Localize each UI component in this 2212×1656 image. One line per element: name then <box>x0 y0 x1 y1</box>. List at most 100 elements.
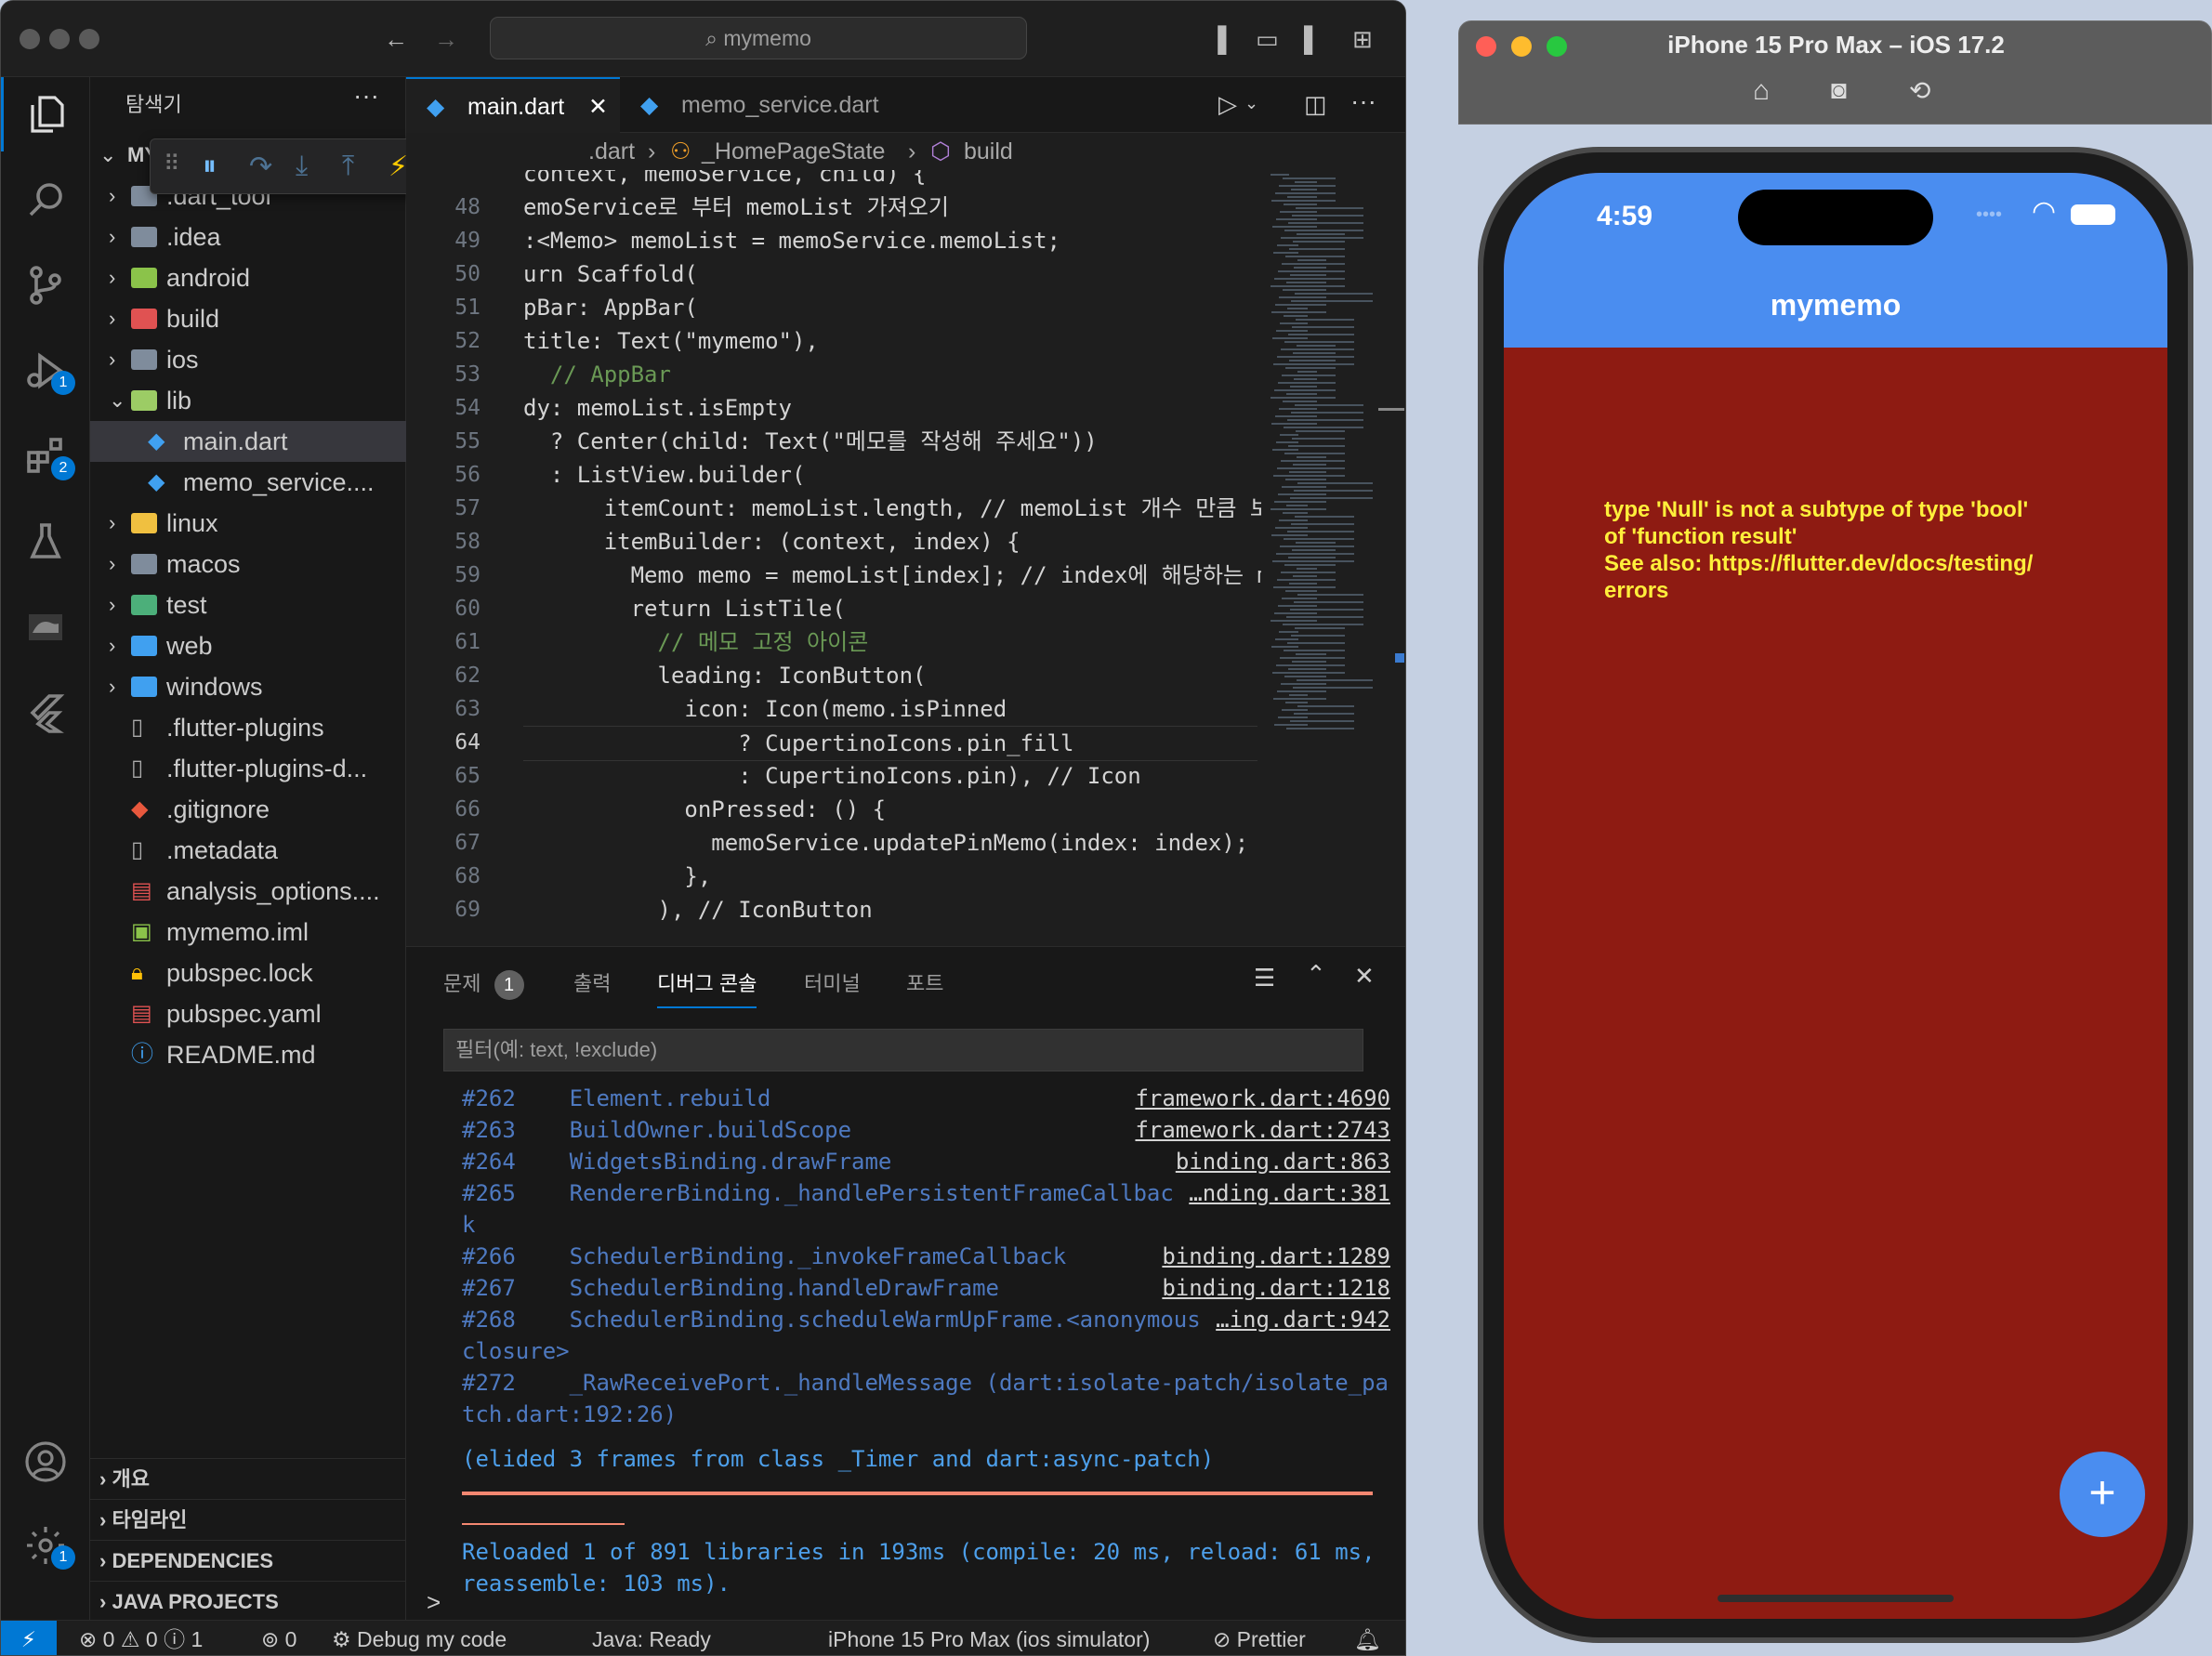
line-number: 63 <box>454 697 481 721</box>
battery-icon <box>2071 204 2115 225</box>
prettier-status[interactable]: ⊘ Prettier <box>1213 1621 1306 1655</box>
step-into-icon[interactable]: ⤓ <box>296 151 308 182</box>
add-memo-fab[interactable]: + <box>2060 1452 2145 1537</box>
tree-item[interactable]: › linux <box>90 503 406 544</box>
code-lines[interactable]: context, memoService, child) {48 emoServi… <box>406 170 1261 946</box>
remote-indicator-icon[interactable]: ⚡ <box>1 1621 57 1655</box>
console-prompt[interactable]: > <box>427 1588 441 1617</box>
tab-debug-console[interactable]: 디버그 콘솔 <box>657 967 757 1008</box>
toggle-panel-icon[interactable]: ▭ <box>1256 25 1279 54</box>
testing-icon[interactable] <box>1 505 90 579</box>
dart-file-icon: ◆ <box>427 94 445 120</box>
chevron-right-icon: › <box>109 634 116 657</box>
zoom-window-button[interactable] <box>79 29 99 49</box>
remote-explorer-icon[interactable] <box>1 590 90 664</box>
tree-item[interactable]: › web <box>90 625 406 666</box>
tree-item[interactable]: › windows <box>90 666 406 707</box>
maximize-panel-icon[interactable]: ⌃ <box>1306 960 1326 989</box>
tree-item[interactable]: ▤ pubspec.yaml <box>90 993 406 1034</box>
section-outline[interactable]: › 개요 <box>90 1458 406 1499</box>
tree-item[interactable]: ▤ analysis_options.... <box>90 871 406 912</box>
home-indicator[interactable] <box>1718 1595 1954 1602</box>
more-actions-icon[interactable]: ··· <box>353 81 379 111</box>
tree-item[interactable]: › build <box>90 298 406 339</box>
back-arrow-icon[interactable]: ← <box>384 25 408 54</box>
toggle-secondary-sidebar-icon[interactable]: ▌ <box>1304 25 1321 54</box>
tree-item[interactable]: › ios <box>90 339 406 380</box>
run-debug-icon[interactable]: 1 <box>1 334 90 408</box>
tree-item[interactable]: 🔒︎ pubspec.lock <box>90 953 406 993</box>
minimize-window-button[interactable] <box>49 29 70 49</box>
tab-terminal[interactable]: 터미널 <box>804 967 861 997</box>
search-icon[interactable] <box>1 163 90 237</box>
section-dependencies[interactable]: › DEPENDENCIES <box>90 1540 406 1581</box>
explorer-sidebar: 탐색기 ··· ⌄ MY › .dart_tool › .idea › android › b… <box>90 77 406 1620</box>
minimap-line <box>1275 638 1298 640</box>
step-out-icon[interactable]: ⤒ <box>342 151 354 182</box>
flutter-icon[interactable] <box>1 676 90 750</box>
source-link[interactable]: …ing.dart:942 <box>1216 1304 1390 1335</box>
tree-item[interactable]: › android <box>90 257 406 298</box>
forward-arrow-icon[interactable]: → <box>434 25 458 54</box>
tree-item[interactable]: ⓘ README.md <box>90 1034 406 1075</box>
ports-status[interactable]: ⊚ 0 <box>261 1621 296 1655</box>
problems-status[interactable]: ⊗ 0 ⚠ 0 ⓘ 1 <box>79 1621 203 1655</box>
screenshot-camera-icon[interactable]: ◙ <box>1831 75 1847 105</box>
java-status[interactable]: Java: Ready <box>592 1621 711 1655</box>
tree-item[interactable]: › test <box>90 585 406 625</box>
close-window-button[interactable] <box>20 29 40 49</box>
tree-item[interactable]: ▯ .flutter-plugins <box>90 707 406 748</box>
clear-console-icon[interactable]: ☰ <box>1254 964 1275 992</box>
source-link[interactable]: binding.dart:863 <box>1176 1146 1390 1177</box>
tab-main-dart[interactable]: ◆ main.dart ✕ <box>406 77 620 133</box>
tab-ports[interactable]: 포트 <box>906 967 943 997</box>
split-editor-icon[interactable]: ◫ <box>1304 90 1327 119</box>
close-tab-icon[interactable]: ✕ <box>588 79 608 135</box>
drag-handle-icon[interactable]: ⠿ <box>164 151 180 177</box>
source-link[interactable]: binding.dart:1289 <box>1162 1241 1390 1272</box>
hot-reload-icon[interactable]: ⚡ <box>388 151 408 183</box>
step-over-icon[interactable]: ↷ <box>249 151 272 183</box>
more-actions-icon[interactable]: ··· <box>1350 86 1376 116</box>
source-control-icon[interactable] <box>1 248 90 322</box>
minimap-line <box>1283 289 1326 291</box>
tree-item[interactable]: ▣ mymemo.iml <box>90 912 406 953</box>
source-link[interactable]: binding.dart:1218 <box>1162 1272 1390 1304</box>
tree-item[interactable]: › .idea <box>90 217 406 257</box>
section-timeline[interactable]: › 타임라인 <box>90 1499 406 1540</box>
tree-item[interactable]: ▯ .flutter-plugins-d... <box>90 748 406 789</box>
rotate-icon[interactable]: ⟲ <box>1909 75 1930 106</box>
source-link[interactable]: …nding.dart:381 <box>1189 1177 1390 1209</box>
tree-item[interactable]: › macos <box>90 544 406 585</box>
section-java-projects[interactable]: › JAVA PROJECTS <box>90 1581 406 1622</box>
tree-item[interactable]: ⌄ lib <box>90 380 406 421</box>
source-link[interactable]: framework.dart:4690 <box>1135 1086 1390 1114</box>
debug-status[interactable]: ⚙ Debug my code <box>332 1621 507 1655</box>
tree-item[interactable]: ◆ .gitignore <box>90 789 406 830</box>
device-status[interactable]: iPhone 15 Pro Max (ios simulator) <box>828 1621 1150 1655</box>
minimap-line <box>1285 590 1317 592</box>
tree-item[interactable]: ◆ memo_service.... <box>90 462 406 503</box>
extensions-icon[interactable]: 2 <box>1 419 90 493</box>
close-panel-icon[interactable]: ✕ <box>1354 962 1375 991</box>
tab-output[interactable]: 출력 <box>573 967 611 997</box>
tab-problems[interactable]: 문제 1 <box>443 967 524 1000</box>
console-filter-input[interactable]: 필터(예: text, !exclude) <box>443 1029 1363 1071</box>
minimap-line <box>1271 311 1326 313</box>
run-icon[interactable]: ▷ <box>1218 90 1237 119</box>
tree-item[interactable]: ◆ main.dart <box>90 421 406 462</box>
source-link[interactable]: framework.dart:2743 <box>1135 1114 1390 1146</box>
pause-icon[interactable]: ⏸ <box>203 151 217 182</box>
home-icon[interactable]: ⌂ <box>1753 75 1770 107</box>
notifications-bell-icon[interactable]: 🔔︎ <box>1354 1621 1381 1655</box>
toggle-sidebar-icon[interactable]: ▐ <box>1209 25 1226 54</box>
customize-layout-icon[interactable]: ⊞ <box>1352 25 1373 54</box>
command-center[interactable]: ⌕ mymemo <box>490 17 1027 59</box>
tree-item[interactable]: ▯ .metadata <box>90 830 406 871</box>
settings-gear-icon[interactable]: 1 <box>1 1508 90 1583</box>
account-icon[interactable] <box>1 1425 90 1499</box>
chevron-down-icon[interactable]: ⌄ <box>1244 94 1258 113</box>
explorer-icon[interactable] <box>1 77 90 151</box>
tab-memo-service[interactable]: ◆ memo_service.dart <box>620 77 889 133</box>
minimap[interactable] <box>1265 170 1404 946</box>
